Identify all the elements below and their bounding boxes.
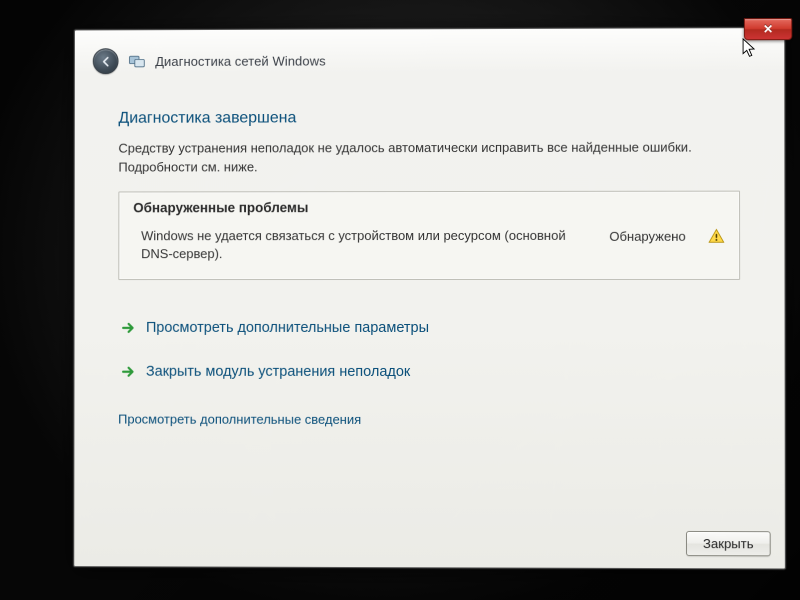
problem-description: Windows не удается связаться с устройств…	[141, 227, 595, 264]
network-icon	[128, 53, 145, 70]
dialog-window: ✕ Диагностика сетей Windows Диагностика …	[73, 27, 786, 569]
wizard-title: Диагностика сетей Windows	[155, 53, 325, 68]
wizard-header: Диагностика сетей Windows	[75, 28, 784, 80]
headline: Диагностика завершена	[118, 108, 740, 127]
summary-text: Средству устранения неполадок не удалось…	[118, 138, 740, 177]
action-view-more-options[interactable]: Просмотреть дополнительные параметры	[118, 314, 740, 342]
warning-icon	[708, 227, 725, 244]
problem-status: Обнаружено	[609, 226, 693, 243]
arrow-left-icon	[99, 55, 112, 68]
footer: Закрыть	[74, 519, 785, 568]
problems-header: Обнаруженные проблемы	[119, 191, 739, 221]
arrow-right-icon	[120, 320, 136, 336]
arrow-right-icon	[120, 364, 136, 380]
close-button[interactable]: Закрыть	[686, 531, 771, 556]
content-area: Диагностика завершена Средству устранени…	[74, 78, 784, 521]
action-label: Просмотреть дополнительные параметры	[146, 320, 429, 336]
details-link[interactable]: Просмотреть дополнительные сведения	[118, 412, 740, 428]
problem-row: Windows не удается связаться с устройств…	[119, 220, 739, 279]
problems-box: Обнаруженные проблемы Windows не удается…	[118, 190, 740, 280]
action-close-troubleshooter[interactable]: Закрыть модуль устранения неполадок	[118, 358, 740, 387]
back-button[interactable]	[93, 48, 119, 74]
close-icon: ✕	[763, 22, 773, 36]
action-label: Закрыть модуль устранения неполадок	[146, 364, 410, 380]
close-window-button[interactable]: ✕	[744, 18, 792, 40]
